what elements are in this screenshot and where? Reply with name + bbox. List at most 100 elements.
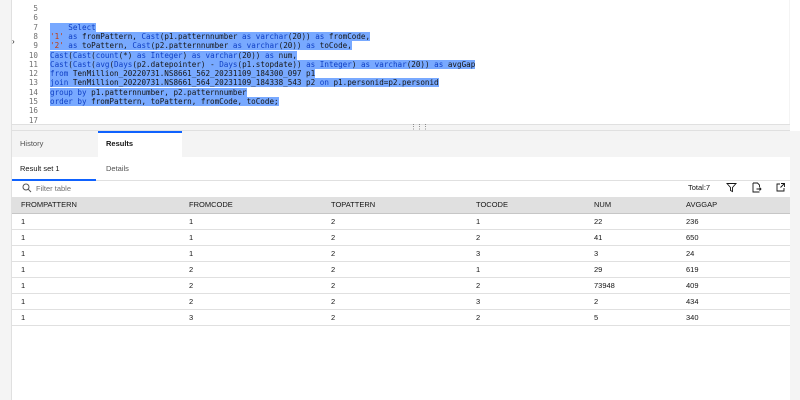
funnel-icon[interactable] (726, 182, 737, 193)
line-number: 11 (28, 59, 38, 69)
table-cell: 2 (180, 293, 322, 310)
table-cell: 73948 (585, 277, 677, 294)
table-cell: 1 (180, 245, 322, 262)
code-line[interactable]: Select (50, 22, 96, 32)
table-cell: 3 (180, 309, 322, 326)
code-token: order by (50, 97, 87, 106)
table-cell: 1 (12, 309, 180, 326)
line-number: 5 (33, 4, 38, 13)
code-token: TenMillion_20220731.NS8661_562_20231109_… (68, 69, 316, 79)
table-row[interactable]: 1 3 2 2 5 340 (12, 309, 790, 326)
table-cell: 650 (677, 229, 790, 246)
code-token: Cast (50, 50, 69, 60)
code-token: TenMillion_20220731.NS8661_564_20231109_… (68, 78, 320, 88)
code-token: Cast (72, 59, 92, 69)
code-token: '2' (50, 41, 64, 51)
table-row[interactable]: 1 1 2 3 3 24 (12, 245, 790, 262)
export-icon[interactable] (751, 182, 762, 193)
column-header-topattern[interactable]: TOPATTERN (322, 197, 467, 214)
code-token: as (63, 31, 83, 41)
tab-result-set-1[interactable]: Result set 1 (12, 157, 96, 181)
line-number: 13 (28, 78, 38, 88)
pane-splitter[interactable]: ⋮⋮⋮ (12, 124, 790, 131)
result-panel-tabs: History Results (12, 131, 790, 157)
code-token: fromCode, (324, 31, 371, 41)
code-token: ) (182, 50, 192, 60)
code-token: as varchar (191, 50, 238, 60)
table-cell: 2 (322, 309, 467, 326)
results-table-container: FROMPATTERN FROMCODE TOPATTERN TOCODE NUM AVG… (12, 197, 790, 400)
code-token: Cast (141, 31, 160, 41)
code-token: count (95, 50, 119, 60)
table-row[interactable]: 1 2 2 3 2 434 (12, 293, 790, 310)
table-cell: 1 (12, 229, 180, 246)
code-token: as (264, 50, 275, 60)
code-token: (20)) (237, 50, 265, 60)
table-cell: 236 (677, 213, 790, 230)
table-cell: 3 (467, 293, 585, 310)
code-token: Days (114, 59, 133, 69)
column-header-frompattern[interactable]: FROMPATTERN (12, 197, 180, 214)
code-line[interactable]: join TenMillion_20220731.NS8661_564_2023… (50, 78, 439, 88)
code-token: p1.personid=p2.personid (328, 78, 439, 88)
line-number: 10 (28, 50, 38, 60)
table-cell: 22 (585, 213, 677, 230)
fold-marker-icon: › (12, 37, 15, 46)
tab-results[interactable]: Results (98, 131, 182, 157)
code-token: Days (219, 59, 238, 69)
table-cell: 1 (467, 213, 585, 230)
code-token: as (306, 41, 316, 51)
column-header-tocode[interactable]: TOCODE (467, 197, 585, 214)
code-line[interactable]: Cast(Cast(count(*) as Integer) as varcha… (50, 50, 297, 60)
code-line[interactable]: Cast(Cast(avg(Days(p2.datepointer) - Day… (50, 59, 476, 69)
line-number: 14 (28, 87, 38, 97)
table-row[interactable]: 1 2 2 1 29 619 (12, 261, 790, 278)
table-cell: 24 (677, 245, 790, 262)
table-cell: 2 (585, 293, 677, 310)
table-cell: 2 (322, 213, 467, 230)
code-token: p1.patternnumber, p2.patternnumber (86, 87, 247, 97)
table-row[interactable]: 1 1 2 1 22 236 (12, 213, 790, 230)
code-token: Select (50, 22, 96, 32)
code-token: ) (351, 59, 361, 69)
code-token: fromPattern, (82, 31, 142, 41)
column-header-num[interactable]: NUM (585, 197, 677, 214)
column-header-avggap[interactable]: AVGGAP (677, 197, 790, 214)
code-token: as (63, 41, 83, 51)
code-token: (*) (118, 50, 137, 60)
line-number: 12 (28, 69, 38, 79)
code-area[interactable]: Select '1' as fromPattern, Cast(p1.patter… (50, 0, 785, 124)
filter-table-input[interactable] (36, 182, 236, 194)
code-line[interactable]: from TenMillion_20220731.NS8661_562_2023… (50, 69, 316, 79)
table-cell: 619 (677, 261, 790, 278)
sql-editor[interactable]: 5 6 7 8 9 10 11 12 13 14 15 16 17 › Select '1' as fro… (12, 0, 790, 124)
code-token: num, (274, 50, 297, 60)
code-line[interactable]: group by p1.patternnumber, p2.patternnum… (50, 87, 247, 97)
table-header-row: FROMPATTERN FROMCODE TOPATTERN TOCODE NUM AVG… (12, 197, 790, 214)
table-row[interactable]: 1 1 2 2 41 650 (12, 229, 790, 246)
column-header-fromcode[interactable]: FROMCODE (180, 197, 322, 214)
code-token: (p2.patternnumber (150, 41, 233, 51)
editor-scrollbar[interactable]: ▲ ▼ (789, 0, 790, 124)
code-token: on (319, 78, 329, 88)
line-number: 15 (28, 97, 38, 106)
code-token: fromPattern, toPattern, fromCode, toCode… (86, 97, 279, 106)
page-scrollbar[interactable] (790, 131, 800, 400)
code-token: (p1.patternnumber (159, 31, 243, 41)
result-subtabs: Result set 1 Details (12, 157, 790, 181)
tab-details[interactable]: Details (98, 157, 182, 181)
code-line[interactable]: '2' as toPattern, Cast(p2.patternnumber … (50, 41, 352, 51)
table-cell: 2 (322, 261, 467, 278)
code-line[interactable]: order by fromPattern, toPattern, fromCod… (50, 97, 279, 106)
tab-history[interactable]: History (12, 131, 98, 157)
table-cell: 2 (467, 277, 585, 294)
table-cell: 2 (322, 277, 467, 294)
code-token: (20)) (287, 31, 316, 41)
code-token: from (50, 69, 69, 79)
code-line[interactable]: '1' as fromPattern, Cast(p1.patternnumbe… (50, 31, 371, 41)
table-row[interactable]: 1 2 2 2 73948 409 (12, 277, 790, 294)
line-number: 16 (28, 106, 38, 116)
code-token: group by (50, 87, 87, 97)
table-cell: 2 (467, 309, 585, 326)
expand-icon[interactable] (775, 182, 786, 193)
